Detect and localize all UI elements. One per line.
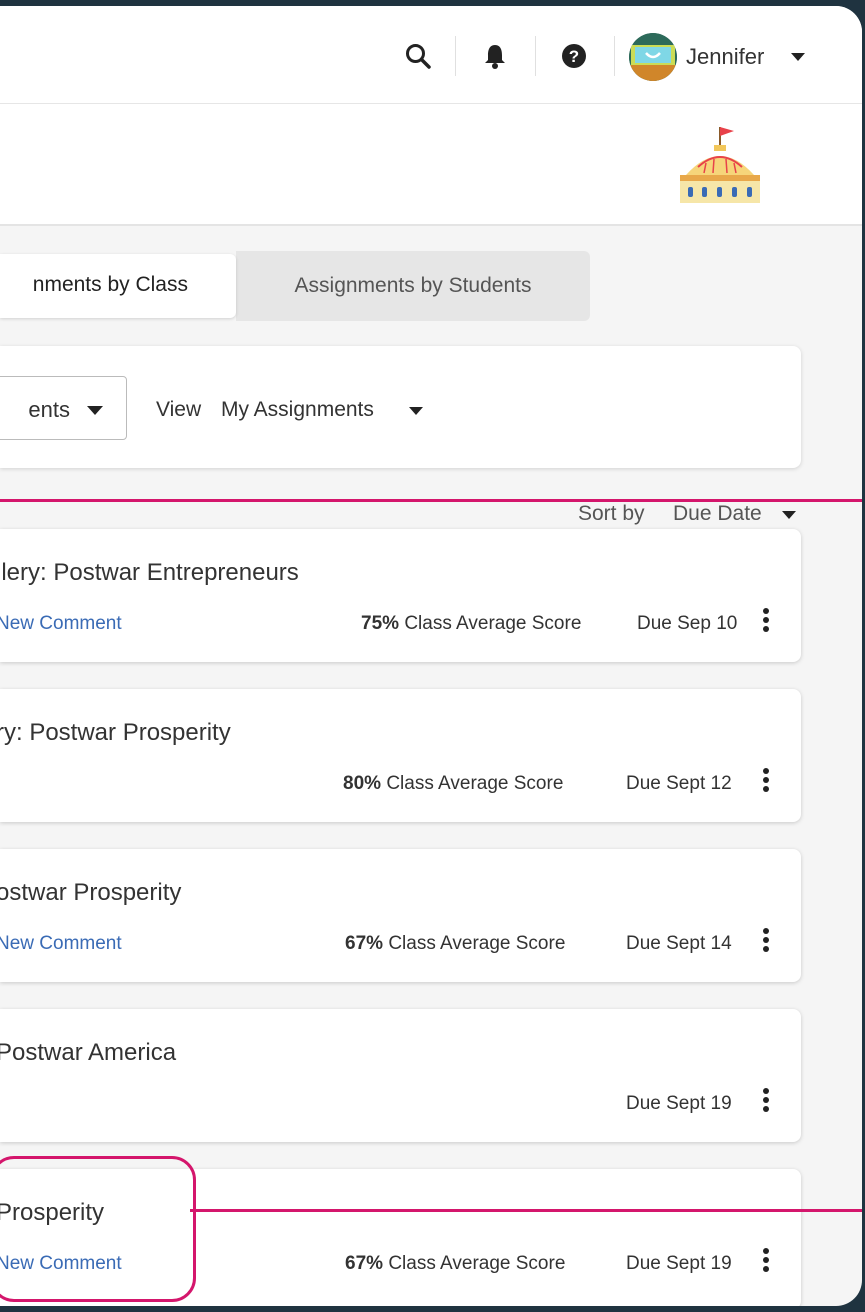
score-value: 67% <box>345 1253 384 1274</box>
svg-text:?: ? <box>569 47 579 66</box>
select-value: ents <box>28 397 70 422</box>
more-options-icon[interactable] <box>760 1088 772 1118</box>
score-label: Class Average Score <box>386 773 564 794</box>
sort-label: Sort by <box>578 502 645 525</box>
due-date: Due Sept 12 <box>626 773 732 794</box>
score-label: Class Average Score <box>388 1253 566 1274</box>
more-options-icon[interactable] <box>760 608 772 638</box>
more-options-icon[interactable] <box>760 928 772 958</box>
top-bar: ? Jennifer <box>0 6 862 104</box>
view-label: View <box>156 398 202 421</box>
score-value: 75% <box>361 613 400 634</box>
new-comment-link[interactable]: New Comment <box>0 933 122 955</box>
assignment-card[interactable]: ostwar Prosperity New Comment 67% Class … <box>0 849 801 982</box>
due-date: Due Sep 10 <box>637 613 738 634</box>
assignment-card[interactable]: ry: Postwar Prosperity 80% Class Average… <box>0 689 801 822</box>
class-average-score: 67% Class Average Score <box>345 1253 565 1275</box>
search-icon[interactable] <box>404 42 432 70</box>
chevron-down-icon[interactable] <box>781 510 797 520</box>
user-name[interactable]: Jennifer <box>686 44 764 70</box>
divider <box>614 36 615 76</box>
assignment-type-select[interactable]: ents <box>0 376 127 440</box>
help-icon[interactable]: ? <box>560 42 588 70</box>
chevron-down-icon[interactable] <box>408 406 424 416</box>
assignment-card[interactable]: Postwar America Due Sept 19 <box>0 1009 801 1142</box>
score-value: 80% <box>343 773 382 794</box>
view-dropdown[interactable]: My Assignments <box>221 398 374 422</box>
class-average-score: 67% Class Average Score <box>345 933 565 955</box>
class-average-score: 75% Class Average Score <box>361 613 581 635</box>
bell-icon[interactable] <box>481 42 509 70</box>
assignment-title[interactable]: Postwar America <box>0 1039 176 1067</box>
filter-bar: ents View My Assignments <box>0 346 801 468</box>
due-date: Due Sept 19 <box>626 1253 732 1274</box>
score-label: Class Average Score <box>388 933 566 954</box>
tab-label: Assignments by Students <box>294 274 532 297</box>
divider <box>455 36 456 76</box>
sort-dropdown[interactable]: Due Date <box>673 502 762 526</box>
assignment-card[interactable]: llery: Postwar Entrepreneurs New Comment… <box>0 529 801 662</box>
divider <box>535 36 536 76</box>
tab-assignments-by-class[interactable]: nments by Class <box>0 254 236 318</box>
tab-assignments-by-students[interactable]: Assignments by Students <box>236 251 590 321</box>
due-date: Due Sept 14 <box>626 933 732 954</box>
assignment-title[interactable]: ry: Postwar Prosperity <box>0 719 231 747</box>
app-screen: ? Jennifer Assignments by Students nment… <box>0 6 862 1306</box>
more-options-icon[interactable] <box>760 1248 772 1278</box>
assignment-title[interactable]: ostwar Prosperity <box>0 879 181 907</box>
assignment-title[interactable]: llery: Postwar Entrepreneurs <box>0 559 299 587</box>
highlight-box <box>0 1156 196 1302</box>
score-value: 67% <box>345 933 384 954</box>
avatar[interactable] <box>629 33 677 81</box>
class-average-score: 80% Class Average Score <box>343 773 563 795</box>
new-comment-link[interactable]: New Comment <box>0 613 122 635</box>
due-date: Due Sept 19 <box>626 1093 732 1114</box>
more-options-icon[interactable] <box>760 768 772 798</box>
tab-label: nments by Class <box>32 273 188 296</box>
capitol-dome-icon <box>680 127 760 203</box>
score-label: Class Average Score <box>404 613 582 634</box>
chevron-down-icon <box>87 406 103 415</box>
chevron-down-icon[interactable] <box>790 52 806 62</box>
annotation-line <box>190 1209 862 1212</box>
